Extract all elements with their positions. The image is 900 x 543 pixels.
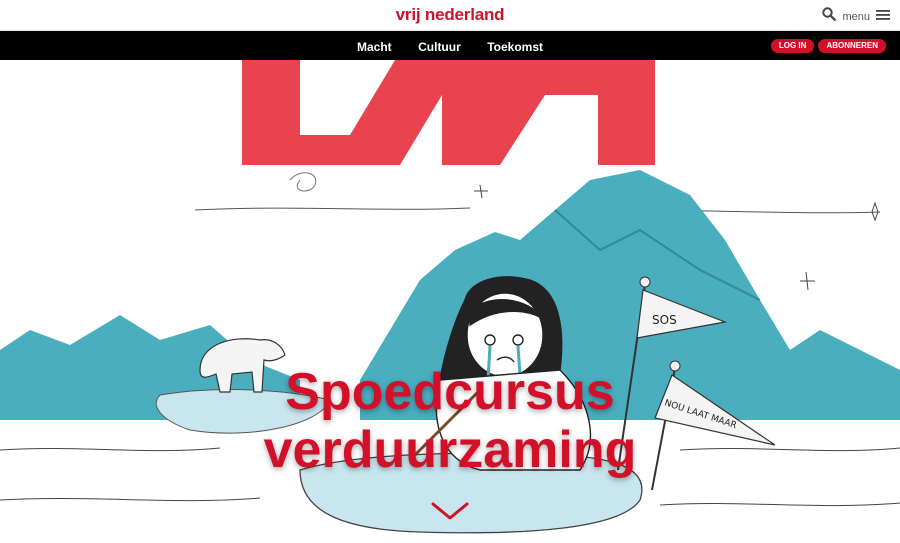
site-logo[interactable]: vrij nederland <box>0 5 900 25</box>
headline-line-2: verduurzaming <box>263 421 637 479</box>
headline-line-1: Spoedcursus <box>285 363 615 421</box>
main-nav: Macht Cultuur Toekomst LOG IN ABONNEREN <box>0 31 900 60</box>
nav-buttons: LOG IN ABONNEREN <box>770 39 886 53</box>
nav-link-toekomst[interactable]: Toekomst <box>487 40 543 54</box>
login-button[interactable]: LOG IN <box>770 39 815 53</box>
nav-link-macht[interactable]: Macht <box>357 40 392 54</box>
nav-links: Macht Cultuur Toekomst <box>0 38 900 56</box>
vn-logo-block <box>242 60 655 165</box>
hamburger-icon[interactable] <box>876 8 890 26</box>
subscribe-button[interactable]: ABONNEREN <box>818 39 886 53</box>
nav-link-cultuur[interactable]: Cultuur <box>418 40 461 54</box>
hero-headline[interactable]: Spoedcursus verduurzaming <box>0 363 900 479</box>
flag-sos-text: SOS <box>652 313 677 327</box>
header-actions: menu <box>822 7 890 26</box>
hero-illustration: SOS NOU LAAT MAAR Spoedcursus verduurzam… <box>0 60 900 543</box>
search-icon[interactable] <box>822 7 837 26</box>
menu-label[interactable]: menu <box>842 11 870 23</box>
top-header: vrij nederland menu <box>0 0 900 31</box>
